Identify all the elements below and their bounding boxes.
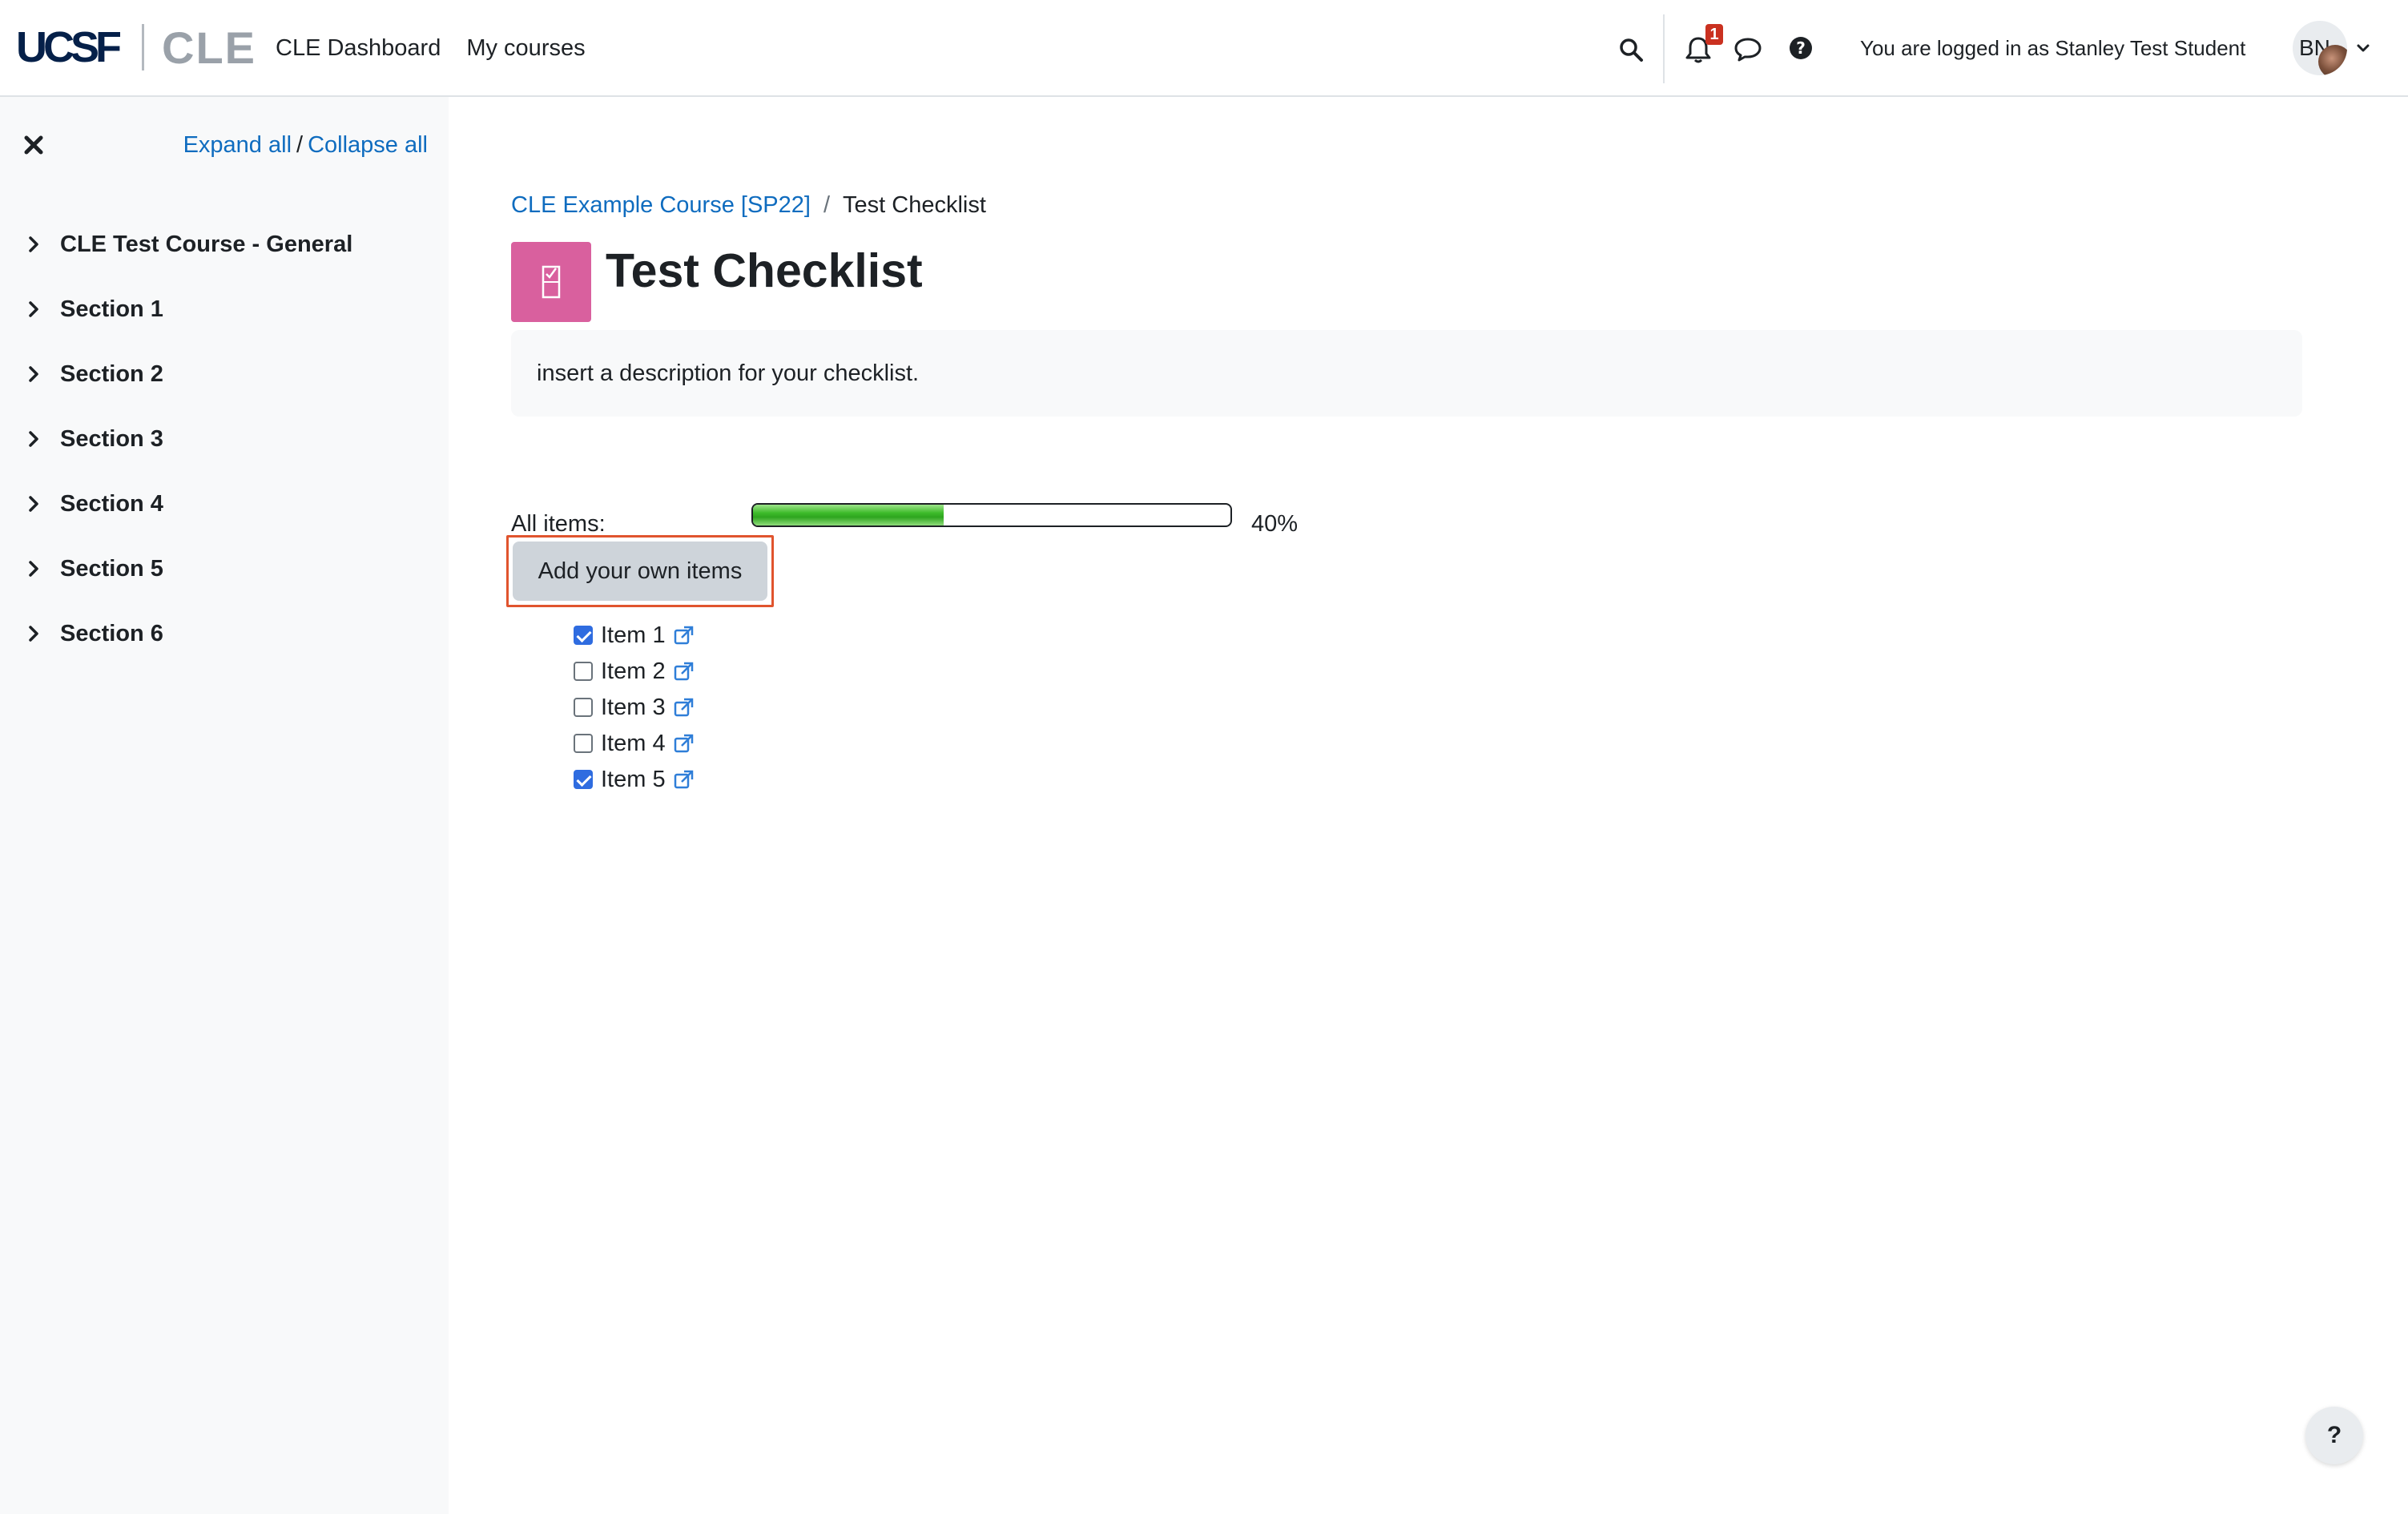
checklist-items: Item 1 Item 2 Item 3 Item 4 Item 5 — [574, 617, 696, 797]
sidebar-section-4[interactable]: Section 4 — [0, 473, 449, 538]
chevron-right-icon[interactable] — [24, 494, 43, 513]
checklist-activity-icon — [511, 242, 591, 322]
item-checkbox[interactable] — [574, 733, 593, 753]
collapse-all-link[interactable]: Collapse all — [308, 132, 428, 158]
sidebar-section-1[interactable]: Section 1 — [0, 279, 449, 344]
top-navbar: UCSF CLE CLE Dashboard My courses 1 ? Yo… — [0, 0, 2408, 97]
item-label: Item 2 — [601, 658, 666, 684]
activity-description: insert a description for your checklist. — [511, 330, 2302, 417]
external-link-icon[interactable] — [672, 695, 696, 719]
logo-ucsf: UCSF — [16, 23, 122, 71]
primary-nav: CLE Dashboard My courses — [276, 32, 586, 64]
section-list: CLE Test Course - General Section 1 Sect… — [0, 214, 449, 668]
chevron-right-icon[interactable] — [24, 364, 43, 384]
sidebar-section-label[interactable]: Section 6 — [60, 618, 163, 650]
sidebar-section-label[interactable]: Section 2 — [60, 358, 163, 390]
navbar-separator — [1663, 14, 1665, 83]
logo-cle: CLE — [162, 22, 256, 73]
sidebar-section-label[interactable]: Section 5 — [60, 553, 163, 585]
sidebar-section-6[interactable]: Section 6 — [0, 603, 449, 668]
avatar-photo — [2318, 45, 2347, 75]
external-link-icon[interactable] — [672, 731, 696, 755]
sidebar-section-5[interactable]: Section 5 — [0, 538, 449, 603]
chevron-down-icon[interactable] — [2355, 40, 2371, 60]
breadcrumb: CLE Example Course [SP22] / Test Checklist — [511, 189, 986, 221]
expand-all-link[interactable]: Expand all — [183, 132, 292, 158]
external-link-icon[interactable] — [672, 767, 696, 791]
notification-badge: 1 — [1705, 24, 1723, 45]
sidebar-section-general[interactable]: CLE Test Course - General — [0, 214, 449, 279]
course-index-drawer: Expand all / Collapse all CLE Test Course … — [0, 97, 449, 1514]
site-logo[interactable]: UCSF CLE — [16, 22, 256, 73]
sidebar-section-label[interactable]: Section 4 — [60, 488, 163, 520]
description-text: insert a description for your checklist. — [537, 360, 920, 386]
item-checkbox[interactable] — [574, 769, 593, 789]
nav-my-courses[interactable]: My courses — [466, 32, 585, 64]
item-label: Item 3 — [601, 694, 666, 720]
user-avatar[interactable]: BN — [2293, 21, 2347, 75]
nav-cle-dashboard[interactable]: CLE Dashboard — [276, 32, 441, 64]
breadcrumb-course-link[interactable]: CLE Example Course [SP22] — [511, 192, 811, 218]
login-status: You are logged in as Stanley Test Studen… — [1860, 36, 2246, 60]
item-checkbox[interactable] — [574, 661, 593, 681]
item-checkbox[interactable] — [574, 697, 593, 717]
checklist-item: Item 2 — [574, 653, 696, 689]
checklist-item: Item 1 — [574, 617, 696, 653]
sidebar-section-2[interactable]: Section 2 — [0, 344, 449, 409]
sidebar-section-label[interactable]: CLE Test Course - General — [60, 228, 352, 260]
add-own-items-button[interactable]: Add your own items — [513, 542, 767, 601]
question-circle-icon[interactable]: ? — [1786, 34, 1815, 62]
logo-divider — [142, 24, 144, 70]
page-title: Test Checklist — [606, 244, 923, 297]
progress-bar — [751, 503, 1232, 527]
external-link-icon[interactable] — [672, 623, 696, 647]
progress-bar-fill — [753, 505, 944, 525]
chevron-right-icon[interactable] — [24, 300, 43, 319]
close-drawer-icon[interactable] — [21, 132, 46, 158]
chevron-right-icon[interactable] — [24, 235, 43, 254]
svg-text:?: ? — [1796, 38, 1806, 58]
sidebar-section-label[interactable]: Section 1 — [60, 293, 163, 325]
item-label: Item 4 — [601, 730, 666, 756]
item-checkbox[interactable] — [574, 625, 593, 645]
external-link-icon[interactable] — [672, 659, 696, 683]
breadcrumb-current: Test Checklist — [843, 192, 986, 218]
chat-bubble-icon[interactable] — [1732, 34, 1764, 66]
sidebar-section-label[interactable]: Section 3 — [60, 423, 163, 455]
search-icon[interactable] — [1617, 35, 1645, 64]
checklist-item: Item 5 — [574, 761, 696, 797]
sidebar-section-3[interactable]: Section 3 — [0, 409, 449, 473]
progress-percent: 40% — [1251, 511, 1299, 537]
expand-collapse-controls: Expand all / Collapse all — [183, 129, 428, 161]
chevron-right-icon[interactable] — [24, 624, 43, 643]
item-label: Item 5 — [601, 766, 666, 792]
checklist-item: Item 4 — [574, 725, 696, 761]
checklist-item: Item 3 — [574, 689, 696, 725]
help-button[interactable]: ? — [2305, 1407, 2363, 1464]
expand-collapse-separator: / — [296, 132, 304, 158]
breadcrumb-separator: / — [823, 192, 831, 218]
item-label: Item 1 — [601, 622, 666, 648]
chevron-right-icon[interactable] — [24, 559, 43, 578]
chevron-right-icon[interactable] — [24, 429, 43, 449]
